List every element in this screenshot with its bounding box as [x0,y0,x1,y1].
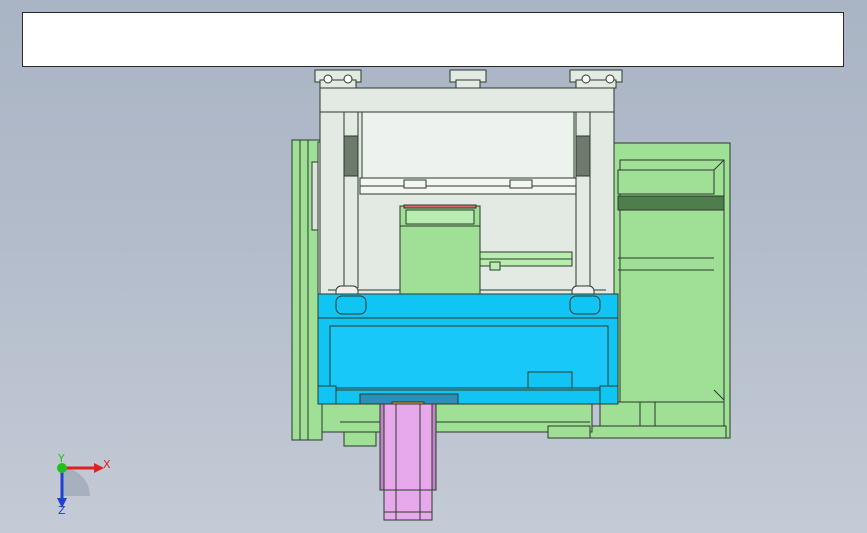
base-crossbeam [321,403,593,447]
triad-z-label: Z [58,504,66,517]
triad-y-label: Y [57,452,65,465]
triad-x-label: X [103,458,111,471]
top-cylinders [314,69,623,89]
worktable [317,293,619,405]
coordinate-triad-icon: X Y Z [57,452,111,517]
cad-viewport[interactable]: X Y Z [0,0,867,533]
ram-cylinder [379,403,437,521]
